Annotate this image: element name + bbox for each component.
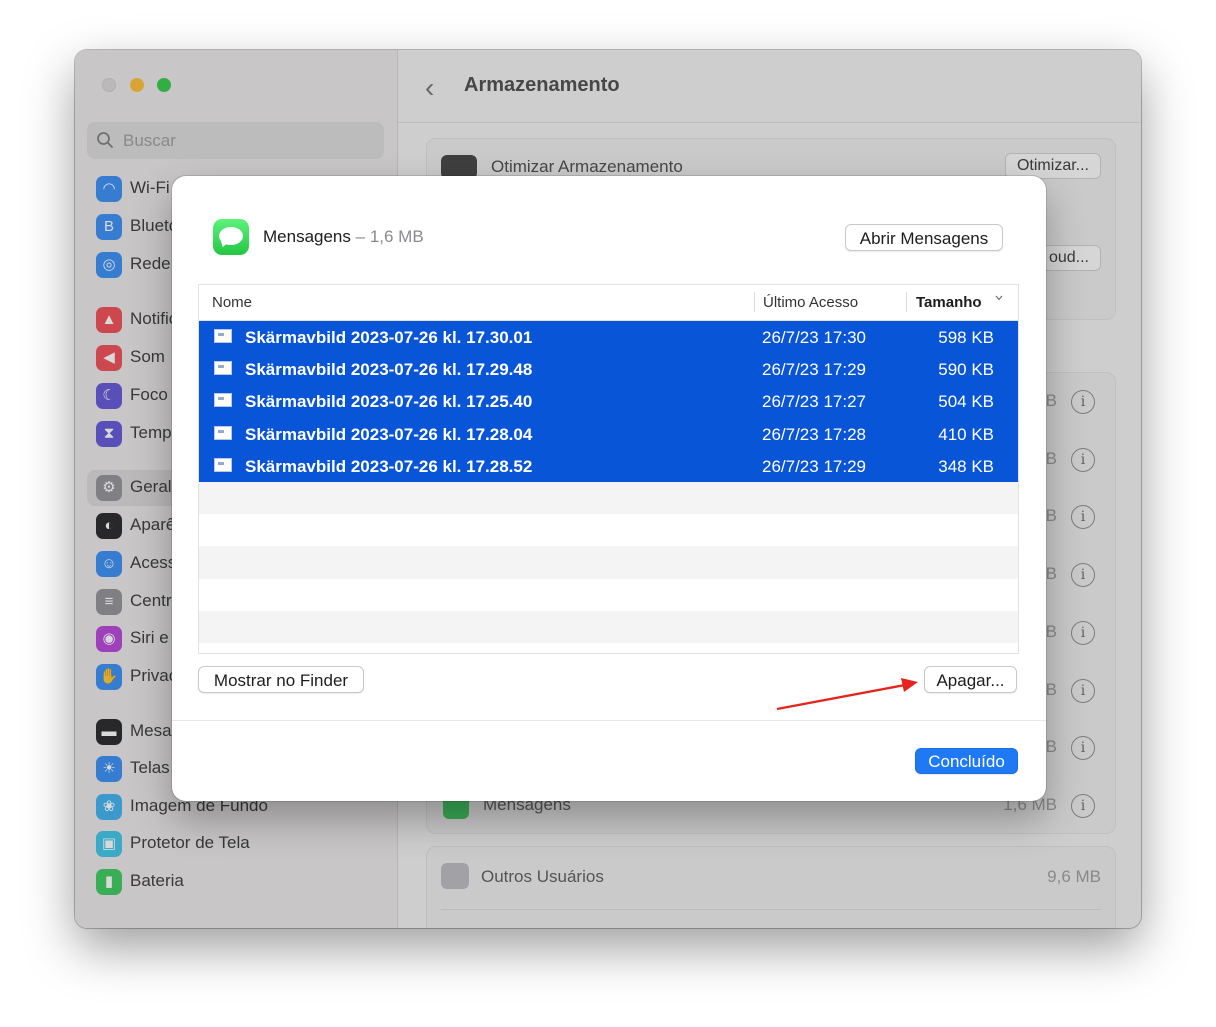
file-last-access: 26/7/23 17:27 [762,392,866,412]
file-last-access: 26/7/23 17:28 [762,424,866,444]
table-empty-row [199,546,1018,579]
screenshot-file-icon [214,361,232,376]
screenshot-file-icon [214,329,232,343]
table-empty-row [199,514,1018,546]
dialog-divider [172,720,1046,721]
file-name: Skärmavbild 2023-07-26 kl. 17.25.40 [245,392,533,412]
table-empty-row [199,579,1018,611]
sort-chevron-down-icon[interactable] [995,294,1003,302]
table-empty-row [199,610,1018,643]
file-last-access: 26/7/23 17:29 [762,456,866,476]
file-size: 410 KB [938,424,994,444]
file-name: Skärmavbild 2023-07-26 kl. 17.29.48 [245,360,533,380]
table-row[interactable]: Skärmavbild 2023-07-26 kl. 17.30.01 26/7/… [199,321,1018,354]
table-row[interactable]: Skärmavbild 2023-07-26 kl. 17.28.52 26/7/… [199,449,1018,482]
screenshot-file-icon [214,425,232,440]
column-header-name[interactable]: Nome [212,294,252,311]
table-empty-row [199,481,1018,515]
delete-button[interactable]: Apagar... [924,666,1017,693]
file-size: 598 KB [938,328,994,347]
file-last-access: 26/7/23 17:30 [762,328,866,347]
column-header-last-access[interactable]: Último Acesso [763,294,858,311]
table-header: Nome Último Acesso Tamanho [199,285,1018,321]
annotation-arrow-icon [776,678,918,711]
screenshot-file-icon [214,393,232,408]
open-messages-button[interactable]: Abrir Mensagens [845,224,1003,251]
table-row[interactable]: Skärmavbild 2023-07-26 kl. 17.29.48 26/7/… [199,353,1018,386]
table-row[interactable]: Skärmavbild 2023-07-26 kl. 17.28.04 26/7/… [199,417,1018,450]
column-divider[interactable] [754,292,755,312]
column-divider[interactable] [906,292,907,312]
title-separator: – [355,227,366,246]
app-name: Mensagens [263,227,351,246]
file-last-access: 26/7/23 17:29 [762,360,866,380]
done-button[interactable]: Concluído [915,748,1018,774]
dialog-title: Mensagens – 1,6 MB [263,227,424,247]
column-header-size[interactable]: Tamanho [916,294,982,311]
screenshot-file-icon [214,457,232,472]
file-size: 348 KB [938,456,994,476]
table-body: Skärmavbild 2023-07-26 kl. 17.30.01 26/7/… [199,321,1018,643]
app-size: 1,6 MB [369,227,424,246]
messages-app-icon [213,219,249,255]
table-row[interactable]: Skärmavbild 2023-07-26 kl. 17.25.40 26/7/… [199,385,1018,418]
file-name: Skärmavbild 2023-07-26 kl. 17.28.04 [245,424,533,444]
show-in-finder-button[interactable]: Mostrar no Finder [198,666,364,693]
file-size: 504 KB [938,392,994,412]
files-table: Nome Último Acesso Tamanho Skärmavbild 2… [198,284,1019,654]
file-size: 590 KB [938,360,994,380]
file-name: Skärmavbild 2023-07-26 kl. 17.30.01 [245,328,533,347]
file-name: Skärmavbild 2023-07-26 kl. 17.28.52 [245,456,533,476]
